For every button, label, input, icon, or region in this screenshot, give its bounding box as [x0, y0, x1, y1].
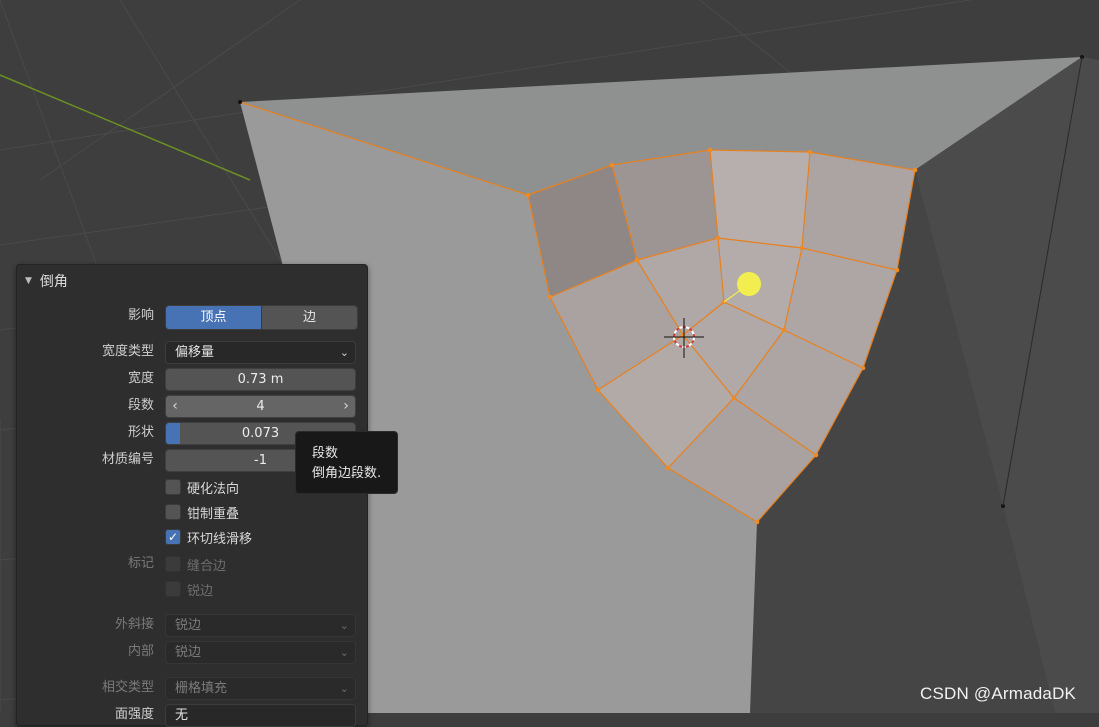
clamp-overlap-checkbox[interactable]: 钳制重叠: [165, 502, 239, 522]
width-label: 宽度: [127, 371, 154, 386]
miter-inner-dropdown[interactable]: 锐边 ⌄: [165, 641, 356, 664]
face-strength-value: 无: [175, 708, 189, 723]
collapse-triangle-icon[interactable]: ▼: [25, 276, 32, 286]
checkbox-box[interactable]: [165, 556, 181, 572]
intersection-type-label: 相交类型: [101, 680, 154, 695]
affect-label: 影响: [127, 308, 154, 323]
watermark: CSDN @ArmadaDK: [920, 684, 1077, 703]
segments-field[interactable]: ‹ 4 ›: [165, 395, 356, 418]
segments-value: 4: [256, 399, 265, 414]
chevron-down-icon: ⌄: [339, 682, 349, 695]
harden-normals-checkbox[interactable]: 硬化法向: [165, 477, 239, 497]
decrement-arrow-icon[interactable]: ‹: [166, 396, 184, 416]
bevel-operator-panel: ▼ 倒角 影响 顶点 边 宽度类型 偏移量 ⌄ 宽度 0.73 m 段数 ‹ 4…: [16, 264, 368, 727]
width-field[interactable]: 0.73 m: [165, 368, 356, 391]
chevron-down-icon: ⌄: [339, 346, 349, 359]
shape-value: 0.073: [241, 426, 280, 441]
clamp-overlap-label: 钳制重叠: [187, 506, 240, 522]
chevron-down-icon: ⌄: [339, 646, 349, 659]
face-strength-dropdown[interactable]: 无: [165, 704, 356, 727]
miter-inner-label: 内部: [127, 644, 154, 659]
width-value: 0.73 m: [237, 372, 284, 387]
face-strength-label: 面强度: [114, 707, 154, 722]
checkbox-box[interactable]: [165, 504, 181, 520]
panel-header[interactable]: ▼ 倒角: [25, 271, 68, 291]
affect-vertices-option[interactable]: 顶点: [166, 306, 261, 329]
material-index-value: -1: [254, 453, 267, 468]
mark-label: 标记: [127, 556, 154, 571]
miter-outer-value: 锐边: [175, 618, 202, 633]
shape-label: 形状: [127, 425, 154, 440]
miter-outer-dropdown[interactable]: 锐边 ⌄: [165, 614, 356, 637]
shape-slider-fill: [166, 423, 180, 444]
harden-normals-label: 硬化法向: [187, 481, 240, 497]
loop-slide-label: 环切线滑移: [187, 531, 253, 547]
intersection-type-dropdown[interactable]: 栅格填充 ⌄: [165, 677, 356, 700]
chevron-down-icon: ⌄: [339, 619, 349, 632]
width-type-dropdown[interactable]: 偏移量 ⌄: [165, 341, 356, 364]
mark-sharp-checkbox[interactable]: 锐边: [165, 579, 213, 599]
miter-outer-label: 外斜接: [114, 617, 154, 632]
width-type-value: 偏移量: [175, 345, 215, 360]
increment-arrow-icon[interactable]: ›: [337, 396, 355, 416]
loop-slide-checkbox[interactable]: ✓ 环切线滑移: [165, 527, 252, 547]
mark-seam-label: 缝合边: [187, 558, 227, 574]
mark-seam-checkbox[interactable]: 缝合边: [165, 554, 226, 574]
intersection-type-value: 栅格填充: [175, 681, 228, 696]
affect-toggle[interactable]: 顶点 边: [165, 305, 358, 330]
miter-inner-value: 锐边: [175, 645, 202, 660]
segments-label: 段数: [127, 398, 154, 413]
mark-sharp-label: 锐边: [187, 583, 214, 599]
checkbox-box[interactable]: [165, 581, 181, 597]
checkmark-icon[interactable]: ✓: [165, 529, 181, 545]
width-type-label: 宽度类型: [101, 344, 154, 359]
panel-title: 倒角: [39, 274, 68, 290]
segments-tooltip: 段数 倒角边段数.: [295, 431, 398, 494]
material-index-label: 材质编号: [101, 452, 154, 467]
tooltip-description: 倒角边段数.: [312, 466, 382, 481]
tooltip-title: 段数: [312, 446, 339, 461]
checkbox-box[interactable]: [165, 479, 181, 495]
affect-edges-option[interactable]: 边: [261, 306, 357, 329]
